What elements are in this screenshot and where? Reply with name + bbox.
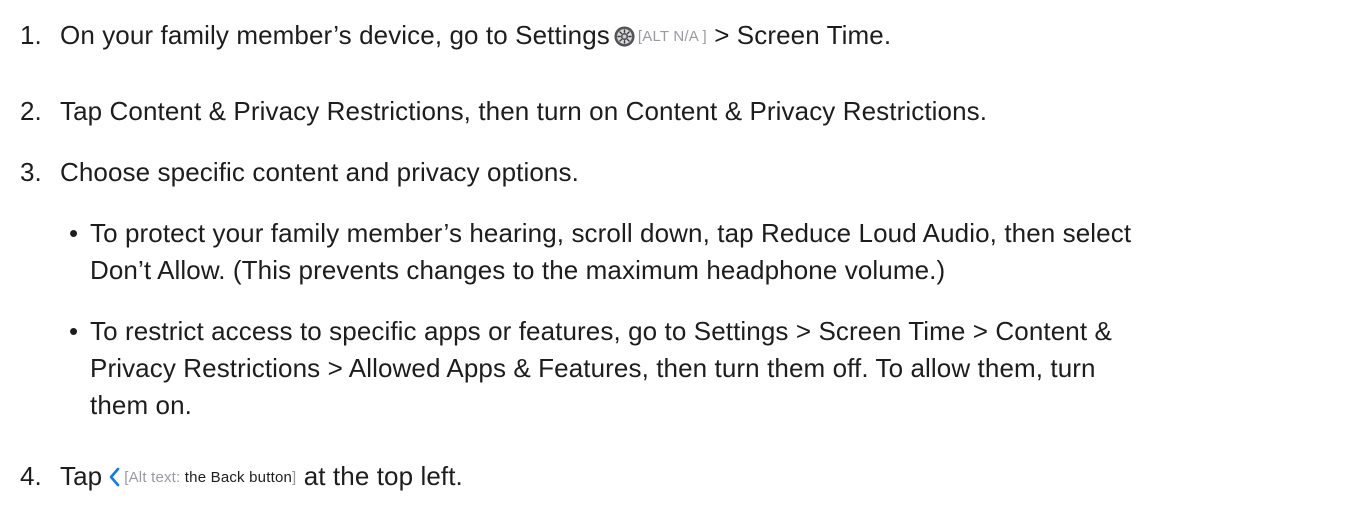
step-text: Choose specific content and privacy opti… [60,157,579,187]
step-text: Tap Content & Privacy Restrictions, then… [60,96,988,126]
step-text: Tap [Alt text: the Back button] at the t… [60,458,463,496]
bullet-line: To protect your family member’s hearing,… [90,218,1132,248]
bullet-line: Don’t Allow. (This prevents changes to t… [90,255,946,285]
step-number: 4. [20,461,42,491]
step-4-text-before: Tap [60,461,103,491]
step-number: 3. [20,157,42,187]
bullet-line: them on. [90,390,192,420]
alt-label: the Back button [180,469,293,486]
alt-text-placeholder: [ALT N/A ] [637,28,707,45]
back-chevron-icon [109,467,120,487]
step-number: 1. [20,20,42,50]
step-1-text-before: On your family member’s device, go to Se… [60,20,610,50]
settings-gear-icon [614,26,635,47]
step-1-text-after: > Screen Time. [706,20,892,50]
instructions-document: 1. On your family member’s device, go to… [0,0,1372,520]
alt-prefix: [Alt text: [124,469,181,486]
step-number: 2. [20,96,42,126]
step-text: On your family member’s device, go to Se… [60,17,891,55]
bullet-line: To restrict access to specific apps or f… [90,316,1112,346]
bullet-dot: • [69,218,79,248]
alt-text-back-button: [Alt text: the Back button] [124,469,296,486]
step-4-text-after: at the top left. [296,461,463,491]
bullet-line: Privacy Restrictions > Allowed Apps & Fe… [90,353,1096,383]
bullet-dot: • [69,316,79,346]
